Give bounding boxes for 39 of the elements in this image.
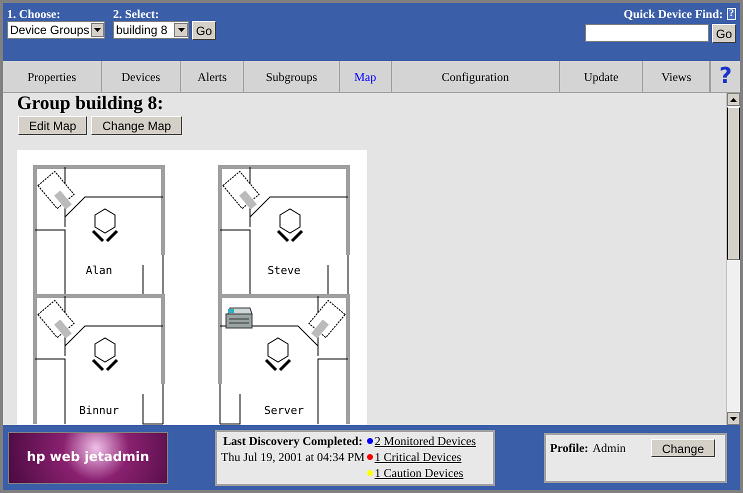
scroll-down-icon[interactable]	[727, 412, 740, 425]
help-icon[interactable]: ?	[711, 61, 740, 92]
map-button[interactable]: Edit Map	[18, 116, 88, 135]
device-count-link[interactable]: 1 Critical Devices	[374, 448, 462, 464]
scroll-thumb[interactable]	[727, 107, 740, 260]
profile-label: Profile:	[550, 440, 588, 456]
tab[interactable]: Properties	[3, 61, 102, 92]
change-button[interactable]: Change	[650, 438, 715, 456]
profile-value: Admin	[592, 440, 626, 456]
tab[interactable]: Configuration	[392, 61, 560, 92]
group-type-dropdown[interactable]: Device Groups	[7, 21, 105, 39]
cubicle-name: Binnur	[79, 404, 119, 417]
tab[interactable]: Update	[560, 61, 644, 92]
go-button[interactable]: Go	[712, 24, 736, 43]
quick-find-label: Quick Device Find:	[624, 7, 723, 21]
tab[interactable]: Alerts	[181, 61, 244, 92]
help-button[interactable]: ?	[727, 8, 736, 20]
tab[interactable]: Subgroups	[244, 61, 340, 92]
cubicle-name: Alan	[86, 264, 112, 277]
scroll-up-icon[interactable]	[727, 93, 740, 106]
discovery-time: Thu Jul 19, 2001 at 04:34 PM	[221, 448, 365, 464]
choose-label: 1. Choose:	[7, 7, 62, 21]
tab[interactable]: Views	[643, 61, 710, 92]
quick-find-field[interactable]	[584, 24, 709, 42]
discovery-label: Last Discovery Completed:	[223, 432, 362, 448]
scrollbar[interactable]	[726, 93, 740, 425]
logo-text: hp web jetadmin	[26, 448, 150, 467]
group-dropdown[interactable]: building 8	[113, 21, 189, 39]
device-count-link[interactable]: 1 Caution Devices	[374, 464, 464, 480]
cubicle-name: Steve	[267, 264, 301, 277]
go-button[interactable]: Go	[192, 21, 216, 40]
cubicle-name: Server	[264, 404, 304, 417]
tab[interactable]: Map	[340, 61, 392, 92]
select-label: 2. Select:	[113, 7, 160, 21]
map-button[interactable]: Change Map	[91, 116, 182, 135]
tab[interactable]: Devices	[102, 61, 182, 92]
printer-icon[interactable]	[226, 308, 253, 328]
device-count-link[interactable]: 2 Monitored Devices	[374, 432, 476, 448]
page-title: Group building 8:	[17, 94, 164, 114]
